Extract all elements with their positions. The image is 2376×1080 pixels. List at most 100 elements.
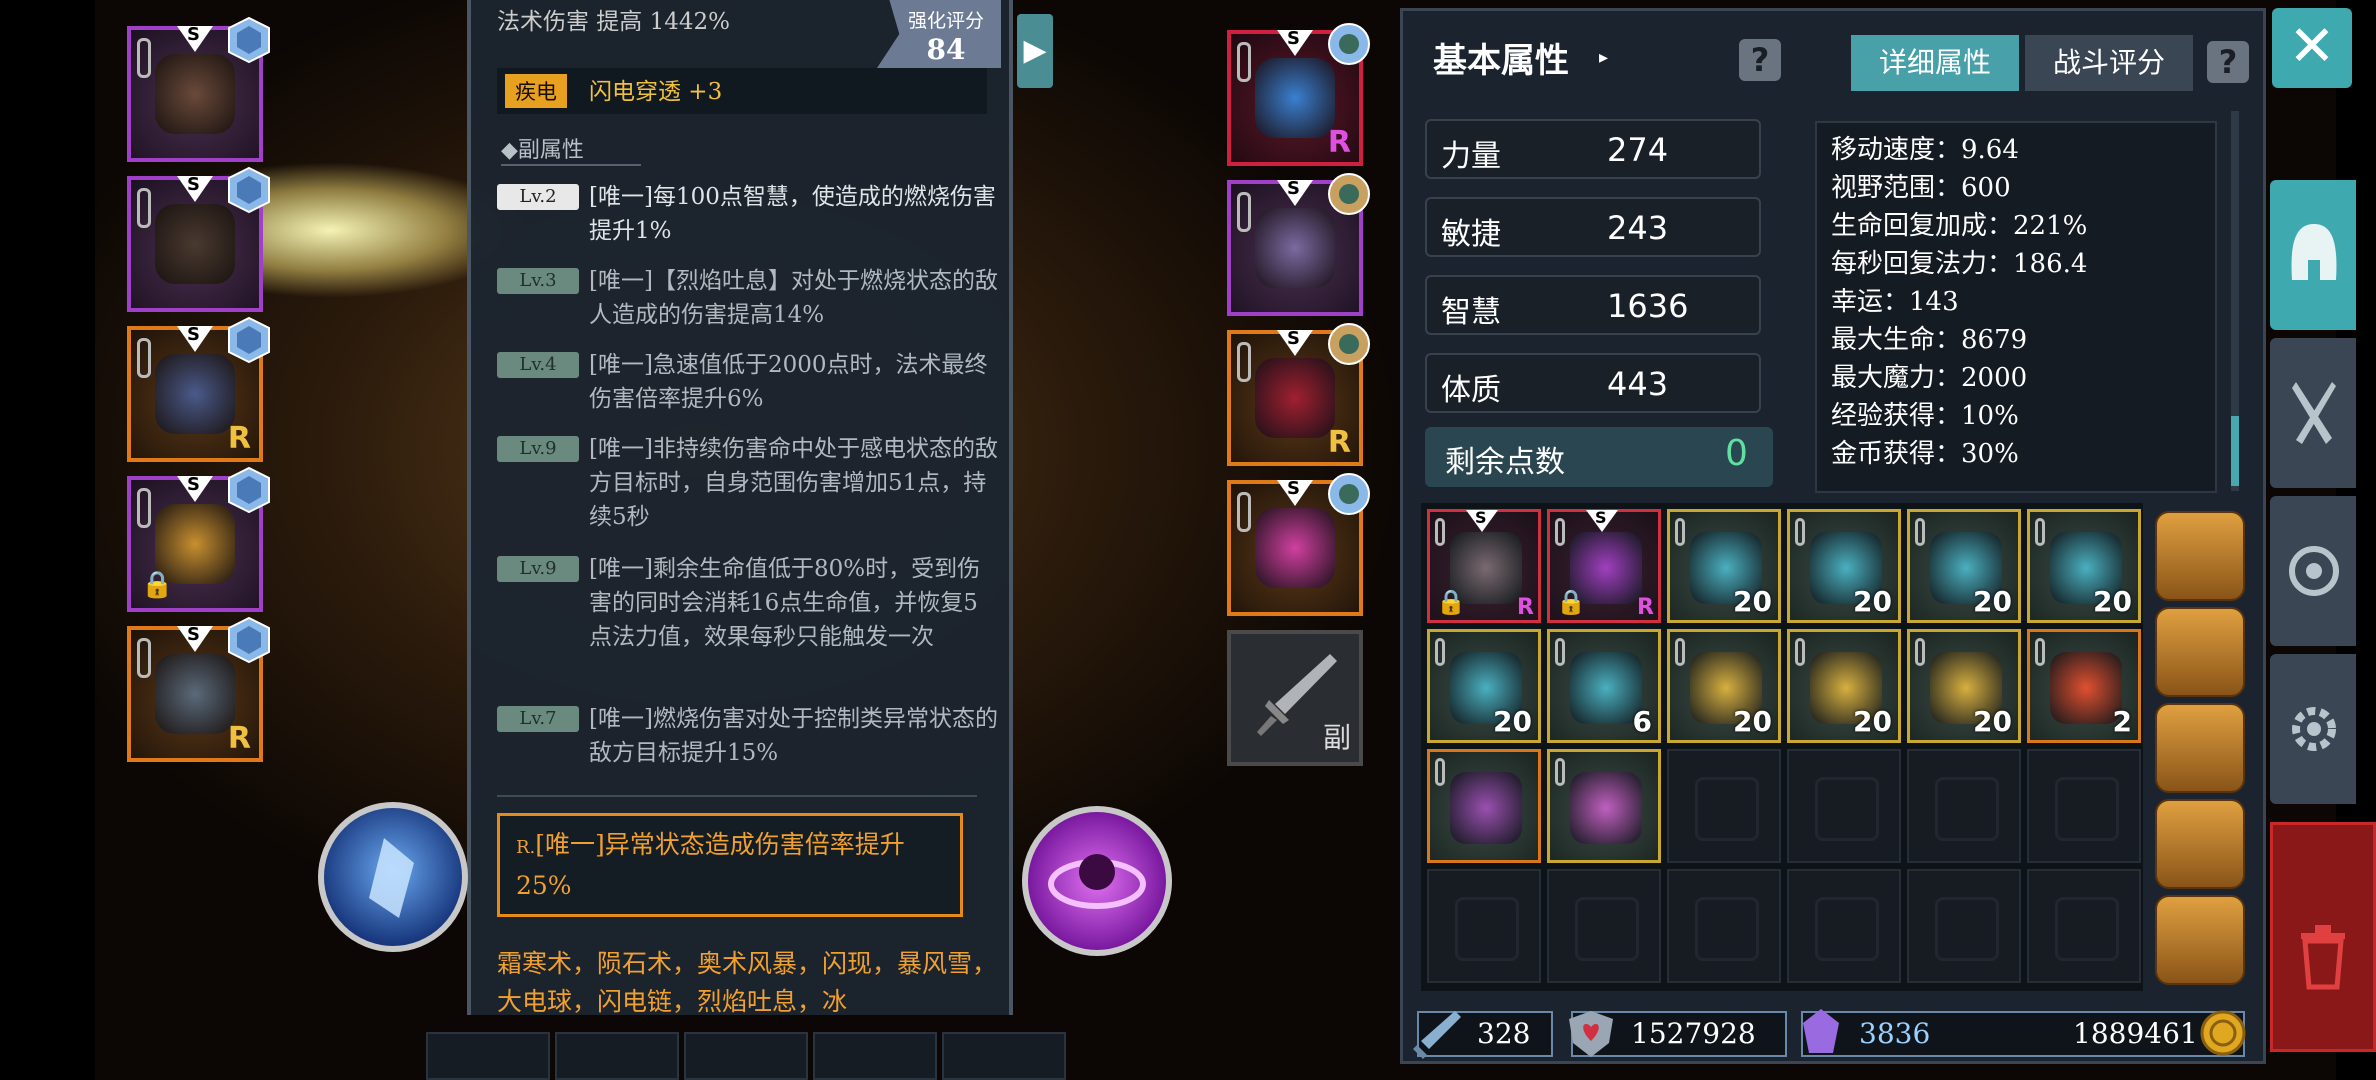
bag-icon[interactable] [2155, 607, 2245, 697]
rarity-mark: R [1517, 595, 1534, 620]
detail-scrollbar[interactable] [2231, 111, 2239, 491]
detail-hp-regen: 生命回复加成：221% [1831, 211, 2088, 241]
inventory-slot-empty[interactable] [1667, 749, 1781, 863]
inventory-item[interactable] [1427, 749, 1541, 863]
inventory-item[interactable]: 6 [1547, 629, 1661, 743]
item-artwork [1255, 58, 1335, 138]
inventory-slot-empty[interactable] [1667, 869, 1781, 983]
inventory-slot-empty[interactable] [1547, 869, 1661, 983]
side-tab-skills[interactable] [2270, 338, 2356, 488]
skill-orb-arcane[interactable] [1022, 806, 1172, 956]
item-count: 20 [1493, 705, 1532, 738]
grade-letter: S [187, 624, 200, 645]
help-button-detail[interactable]: ? [2207, 41, 2249, 83]
help-button-base[interactable]: ? [1739, 39, 1781, 81]
inventory-slot-empty[interactable] [1907, 749, 2021, 863]
inventory-item[interactable]: 20 [1787, 629, 1901, 743]
inventory-slot-empty[interactable] [1787, 749, 1901, 863]
rarity-mark: R [1637, 595, 1654, 620]
legendary-affix-text: R.[唯一]异常状态造成伤害倍率提升25% [516, 826, 946, 905]
boots-slot[interactable]: SR [1227, 323, 1370, 466]
inventory-slot-empty[interactable] [2027, 749, 2141, 863]
inventory-item[interactable]: 20 [1667, 629, 1781, 743]
bottom-tab-2[interactable] [555, 1032, 679, 1080]
inventory-item[interactable]: S 🔒 R [1427, 508, 1541, 623]
bottom-tab-3[interactable] [684, 1032, 808, 1080]
trinket-slot[interactable]: S [1227, 473, 1370, 616]
belt-slot[interactable]: SR [127, 616, 270, 762]
gloves-slot[interactable]: S [1227, 173, 1370, 316]
affix-level-badge: Lv.3 [497, 268, 579, 294]
discard-trash-button[interactable] [2270, 822, 2376, 1052]
inventory-slot-empty[interactable] [2027, 869, 2141, 983]
chain-link-icon [1435, 638, 1445, 666]
inventory-slot-empty[interactable] [1907, 869, 2021, 983]
inventory-item[interactable]: 20 [2027, 509, 2141, 623]
tab-detailed-attributes[interactable]: 详细属性 [1851, 35, 2019, 91]
inventory-item[interactable] [1547, 749, 1661, 863]
bag-icon[interactable] [2155, 703, 2245, 793]
inventory-grid: S 🔒 R S 🔒 R 20 20 20 20 20 6 20 20 20 2 [1421, 503, 2143, 991]
sub-attributes-heading: ◆副属性 [501, 138, 584, 163]
helmet-slot[interactable]: S [127, 16, 270, 162]
gem-socket-icon [228, 166, 270, 214]
inventory-slot-empty[interactable] [1427, 869, 1541, 983]
inventory-item[interactable]: 20 [1667, 509, 1781, 623]
item-count: 20 [2093, 585, 2132, 618]
inventory-item[interactable]: S 🔒 R [1547, 508, 1661, 623]
bottom-tab-5[interactable] [942, 1032, 1066, 1080]
special-affix-tag: 疾电 [505, 74, 567, 108]
skill-orb-ice[interactable] [318, 802, 468, 952]
detail-max-mana: 最大魔力：2000 [1831, 363, 2028, 393]
inventory-item[interactable]: 20 [1787, 509, 1901, 623]
chain-link-icon [1555, 638, 1565, 666]
close-button[interactable]: ✕ [2272, 8, 2352, 88]
side-tab-target[interactable] [2270, 496, 2356, 646]
inventory-item[interactable]: 20 [1427, 629, 1541, 743]
special-affix: 疾电 闪电穿透 +3 [497, 68, 987, 114]
detailed-attributes-list[interactable]: 移动速度：9.64 视野范围：600 生命回复加成：221% 每秒回复法力：18… [1815, 121, 2217, 493]
affix-level-badge: Lv.9 [497, 556, 579, 582]
attr-name: 力量 [1441, 139, 1501, 174]
tab-battle-score[interactable]: 战斗评分 [2025, 35, 2193, 91]
tab-detailed-label: 详细属性 [1878, 46, 1991, 79]
bag-icon[interactable] [2155, 895, 2245, 985]
grade-letter: S [1475, 508, 1487, 527]
item-tooltip-panel[interactable]: 法术伤害 提高 1442% 强化评分 84 ▶ 疾电 闪电穿透 +3 ◆副属性 … [467, 0, 1053, 1016]
bottom-tab-1[interactable] [426, 1032, 550, 1080]
ring-slot[interactable]: S 🔒 [127, 466, 270, 612]
expand-arrow-button[interactable]: ▶ [1017, 14, 1053, 88]
rarity-mark: R [227, 421, 251, 456]
armor-slot[interactable]: S [127, 166, 270, 312]
chevron-right-icon: ▶ [1023, 33, 1047, 68]
affix-description: [唯一]非持续伤害命中处于感电状态的敌方目标时，自身范围伤害增加51点，持续5秒 [589, 436, 998, 530]
inventory-item[interactable]: 20 [1907, 629, 2021, 743]
side-tab-settings[interactable] [2270, 654, 2356, 804]
lock-icon: 🔒 [1436, 588, 1466, 616]
magic-damage-line: 法术伤害 提高 1442% [497, 9, 731, 35]
crystals-value: 3836 [1859, 1017, 1931, 1050]
item-artwork [1450, 772, 1522, 844]
inventory-slot-empty[interactable] [1787, 869, 1901, 983]
bag-icon[interactable] [2155, 799, 2245, 889]
chain-link-icon [2035, 518, 2045, 546]
affix-description: [唯一]每100点智慧，使造成的燃烧伤害提升1% [589, 184, 996, 244]
bag-icon[interactable] [2155, 511, 2245, 601]
lock-icon: 🔒 [1556, 588, 1586, 616]
affix-level-badge: Lv.2 [497, 184, 579, 210]
inventory-item[interactable]: 2 [2027, 629, 2141, 743]
chain-link-icon [1237, 492, 1251, 532]
detail-exp-gain: 经验获得：10% [1831, 401, 2019, 431]
scrollbar-thumb[interactable] [2231, 416, 2239, 486]
inventory-item[interactable]: 20 [1907, 509, 2021, 623]
side-tab-equipment[interactable] [2270, 180, 2356, 330]
bottom-tab-4[interactable] [813, 1032, 937, 1080]
currency-crystals-gold: 3836 1889461 [1801, 1009, 2246, 1057]
sword-points-value: 328 [1477, 1017, 1531, 1050]
item-artwork [155, 54, 235, 134]
pants-slot[interactable]: SR [127, 316, 270, 462]
necklace-slot[interactable]: SR [1227, 23, 1370, 166]
offhand-slot[interactable]: 副 [1227, 630, 1363, 766]
item-artwork [2050, 652, 2122, 724]
affix-description: [唯一]剩余生命值低于80%时，受到伤害的同时会消耗16点生命值，并恢复5点法力… [589, 556, 981, 650]
